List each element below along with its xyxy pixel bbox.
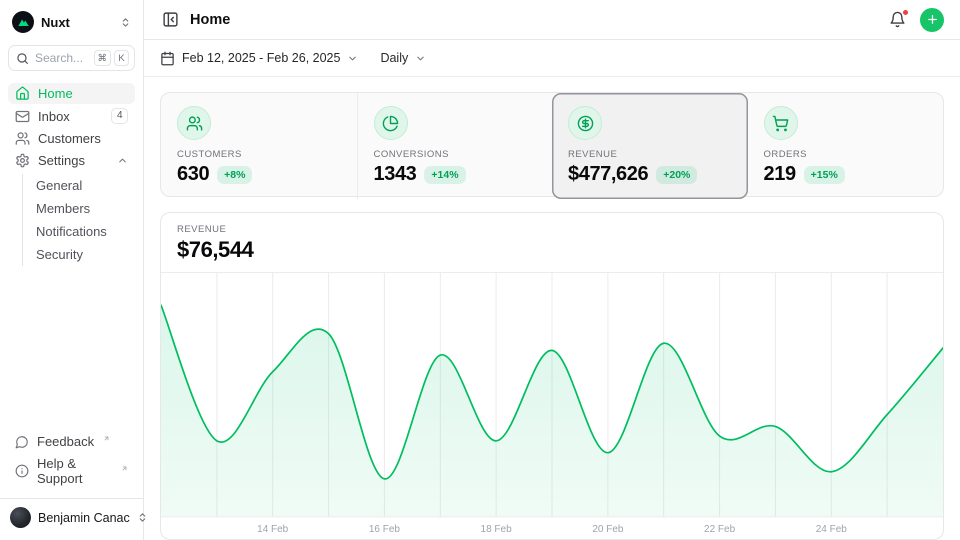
info-icon <box>15 464 29 478</box>
main-area: Home Feb 12, 2025 - Feb 26, 2025 <box>144 0 960 540</box>
stat-delta-badge: +20% <box>656 166 697 184</box>
sidebar-item-label: Help & Support <box>37 456 112 486</box>
sidebar-spacer <box>8 269 135 431</box>
user-menu[interactable]: Benjamin Canac <box>0 498 143 532</box>
stat-card-customers[interactable]: CUSTOMERS 630 +8% <box>161 93 357 199</box>
stat-delta-badge: +14% <box>424 166 465 184</box>
sidebar-item-general[interactable]: General <box>23 174 135 197</box>
panel-left-close-icon <box>162 11 179 28</box>
stat-card-orders[interactable]: ORDERS 219 +15% <box>748 93 944 199</box>
search-shortcut: ⌘ K <box>94 50 130 66</box>
sidebar-item-help-support[interactable]: Help & Support <box>8 453 135 489</box>
svg-text:22 Feb: 22 Feb <box>704 524 736 535</box>
chart-x-axis-labels: 14 Feb 16 Feb 18 Feb 20 Feb 22 Feb 24 Feb <box>257 524 847 535</box>
date-range-picker[interactable]: Feb 12, 2025 - Feb 26, 2025 <box>160 51 358 66</box>
search-input[interactable]: Search... ⌘ K <box>8 45 135 71</box>
search-placeholder: Search... <box>35 51 83 65</box>
sidebar-item-members[interactable]: Members <box>23 197 135 220</box>
sidebar-collapse-button[interactable] <box>160 9 181 30</box>
top-navbar: Home <box>144 0 960 40</box>
workspace-name: Nuxt <box>41 15 70 30</box>
svg-text:24 Feb: 24 Feb <box>816 524 848 535</box>
notifications-button[interactable] <box>887 9 908 30</box>
chart-metric-label: REVENUE <box>177 224 927 235</box>
users-icon <box>15 131 30 146</box>
sidebar-item-notifications[interactable]: Notifications <box>23 220 135 243</box>
chat-bubble-icon <box>15 435 29 449</box>
stat-delta-badge: +8% <box>217 166 252 184</box>
revenue-chart[interactable]: 14 Feb 16 Feb 18 Feb 20 Feb 22 Feb 24 Feb <box>161 273 943 539</box>
sidebar-item-home[interactable]: Home <box>8 83 135 104</box>
avatar <box>10 507 31 528</box>
filters-toolbar: Feb 12, 2025 - Feb 26, 2025 Daily <box>144 40 960 77</box>
stat-label: CONVERSIONS <box>374 149 537 160</box>
nuxt-logo-icon <box>12 11 34 33</box>
sidebar: Nuxt Search... ⌘ K Home Inbox 4 Customers Se… <box>0 0 144 540</box>
stat-value: 1343 <box>374 163 417 186</box>
chevron-up-icon <box>117 155 128 166</box>
topbar-actions <box>887 8 944 32</box>
mail-icon <box>15 109 30 124</box>
workspace-switcher[interactable]: Nuxt <box>8 8 135 36</box>
pie-chart-icon <box>374 106 408 140</box>
sidebar-nav: Home Inbox 4 Customers Settings GeneralMember… <box>8 83 135 269</box>
stat-label: CUSTOMERS <box>177 149 341 160</box>
home-icon <box>15 86 30 101</box>
kbd-k: K <box>114 50 129 66</box>
stat-delta-badge: +15% <box>804 166 845 184</box>
add-button[interactable] <box>920 8 944 32</box>
chart-metric-value: $76,544 <box>177 237 927 263</box>
user-name: Benjamin Canac <box>38 511 130 525</box>
cart-icon <box>764 106 798 140</box>
chevron-down-icon <box>347 53 358 64</box>
stats-row: CUSTOMERS 630 +8% CONVERSIONS 1343 +14% REVENU… <box>160 92 944 197</box>
gear-icon <box>15 153 30 168</box>
inbox-count-badge: 4 <box>111 108 128 124</box>
svg-text:14 Feb: 14 Feb <box>257 524 289 535</box>
stat-value: $477,626 <box>568 163 648 186</box>
stat-card-conversions[interactable]: CONVERSIONS 1343 +14% <box>357 93 553 199</box>
sidebar-item-customers[interactable]: Customers <box>8 128 135 149</box>
stat-value: 219 <box>764 163 796 186</box>
search-icon <box>16 52 29 65</box>
stat-card-revenue[interactable]: REVENUE $477,626 +20% <box>552 93 748 199</box>
sidebar-item-settings[interactable]: Settings <box>8 150 135 171</box>
chart-header: REVENUE $76,544 <box>161 213 943 273</box>
dollar-circle-icon <box>568 106 602 140</box>
svg-text:20 Feb: 20 Feb <box>592 524 624 535</box>
sidebar-item-label: Customers <box>38 131 101 146</box>
stat-label: ORDERS <box>764 149 928 160</box>
svg-text:18 Feb: 18 Feb <box>481 524 513 535</box>
chevron-up-down-icon <box>120 17 131 28</box>
unread-dot <box>902 9 909 16</box>
app-root: Nuxt Search... ⌘ K Home Inbox 4 Customers Se… <box>0 0 960 540</box>
sidebar-item-inbox[interactable]: Inbox 4 <box>8 105 135 127</box>
sidebar-item-label: Feedback <box>37 434 94 449</box>
sidebar-item-security[interactable]: Security <box>23 243 135 266</box>
sidebar-item-feedback[interactable]: Feedback <box>8 431 135 452</box>
page-title: Home <box>190 12 230 28</box>
sidebar-item-label: Home <box>38 86 73 101</box>
kbd-meta: ⌘ <box>94 50 112 66</box>
sidebar-item-label: Settings <box>38 153 85 168</box>
chevron-down-icon <box>415 53 426 64</box>
plus-icon <box>926 13 939 26</box>
users-icon <box>177 106 211 140</box>
calendar-icon <box>160 51 175 66</box>
stat-label: REVENUE <box>568 149 732 160</box>
revenue-chart-card: REVENUE $76,544 14 Feb 16 Feb 18 Feb 20 Feb… <box>160 212 944 540</box>
period-label: Daily <box>380 51 408 65</box>
period-select[interactable]: Daily <box>380 51 426 65</box>
stat-value: 630 <box>177 163 209 186</box>
date-range-label: Feb 12, 2025 - Feb 26, 2025 <box>182 51 340 65</box>
sidebar-footer-nav: Feedback Help & Support <box>8 431 135 490</box>
sidebar-sublist-settings: GeneralMembersNotificationsSecurity <box>22 174 135 266</box>
svg-text:16 Feb: 16 Feb <box>369 524 401 535</box>
page-content: CUSTOMERS 630 +8% CONVERSIONS 1343 +14% REVENU… <box>144 77 960 540</box>
sidebar-item-label: Inbox <box>38 109 70 124</box>
external-link-icon <box>121 465 128 472</box>
revenue-area-chart-svg: 14 Feb 16 Feb 18 Feb 20 Feb 22 Feb 24 Feb <box>161 273 943 539</box>
external-link-icon <box>103 435 110 442</box>
